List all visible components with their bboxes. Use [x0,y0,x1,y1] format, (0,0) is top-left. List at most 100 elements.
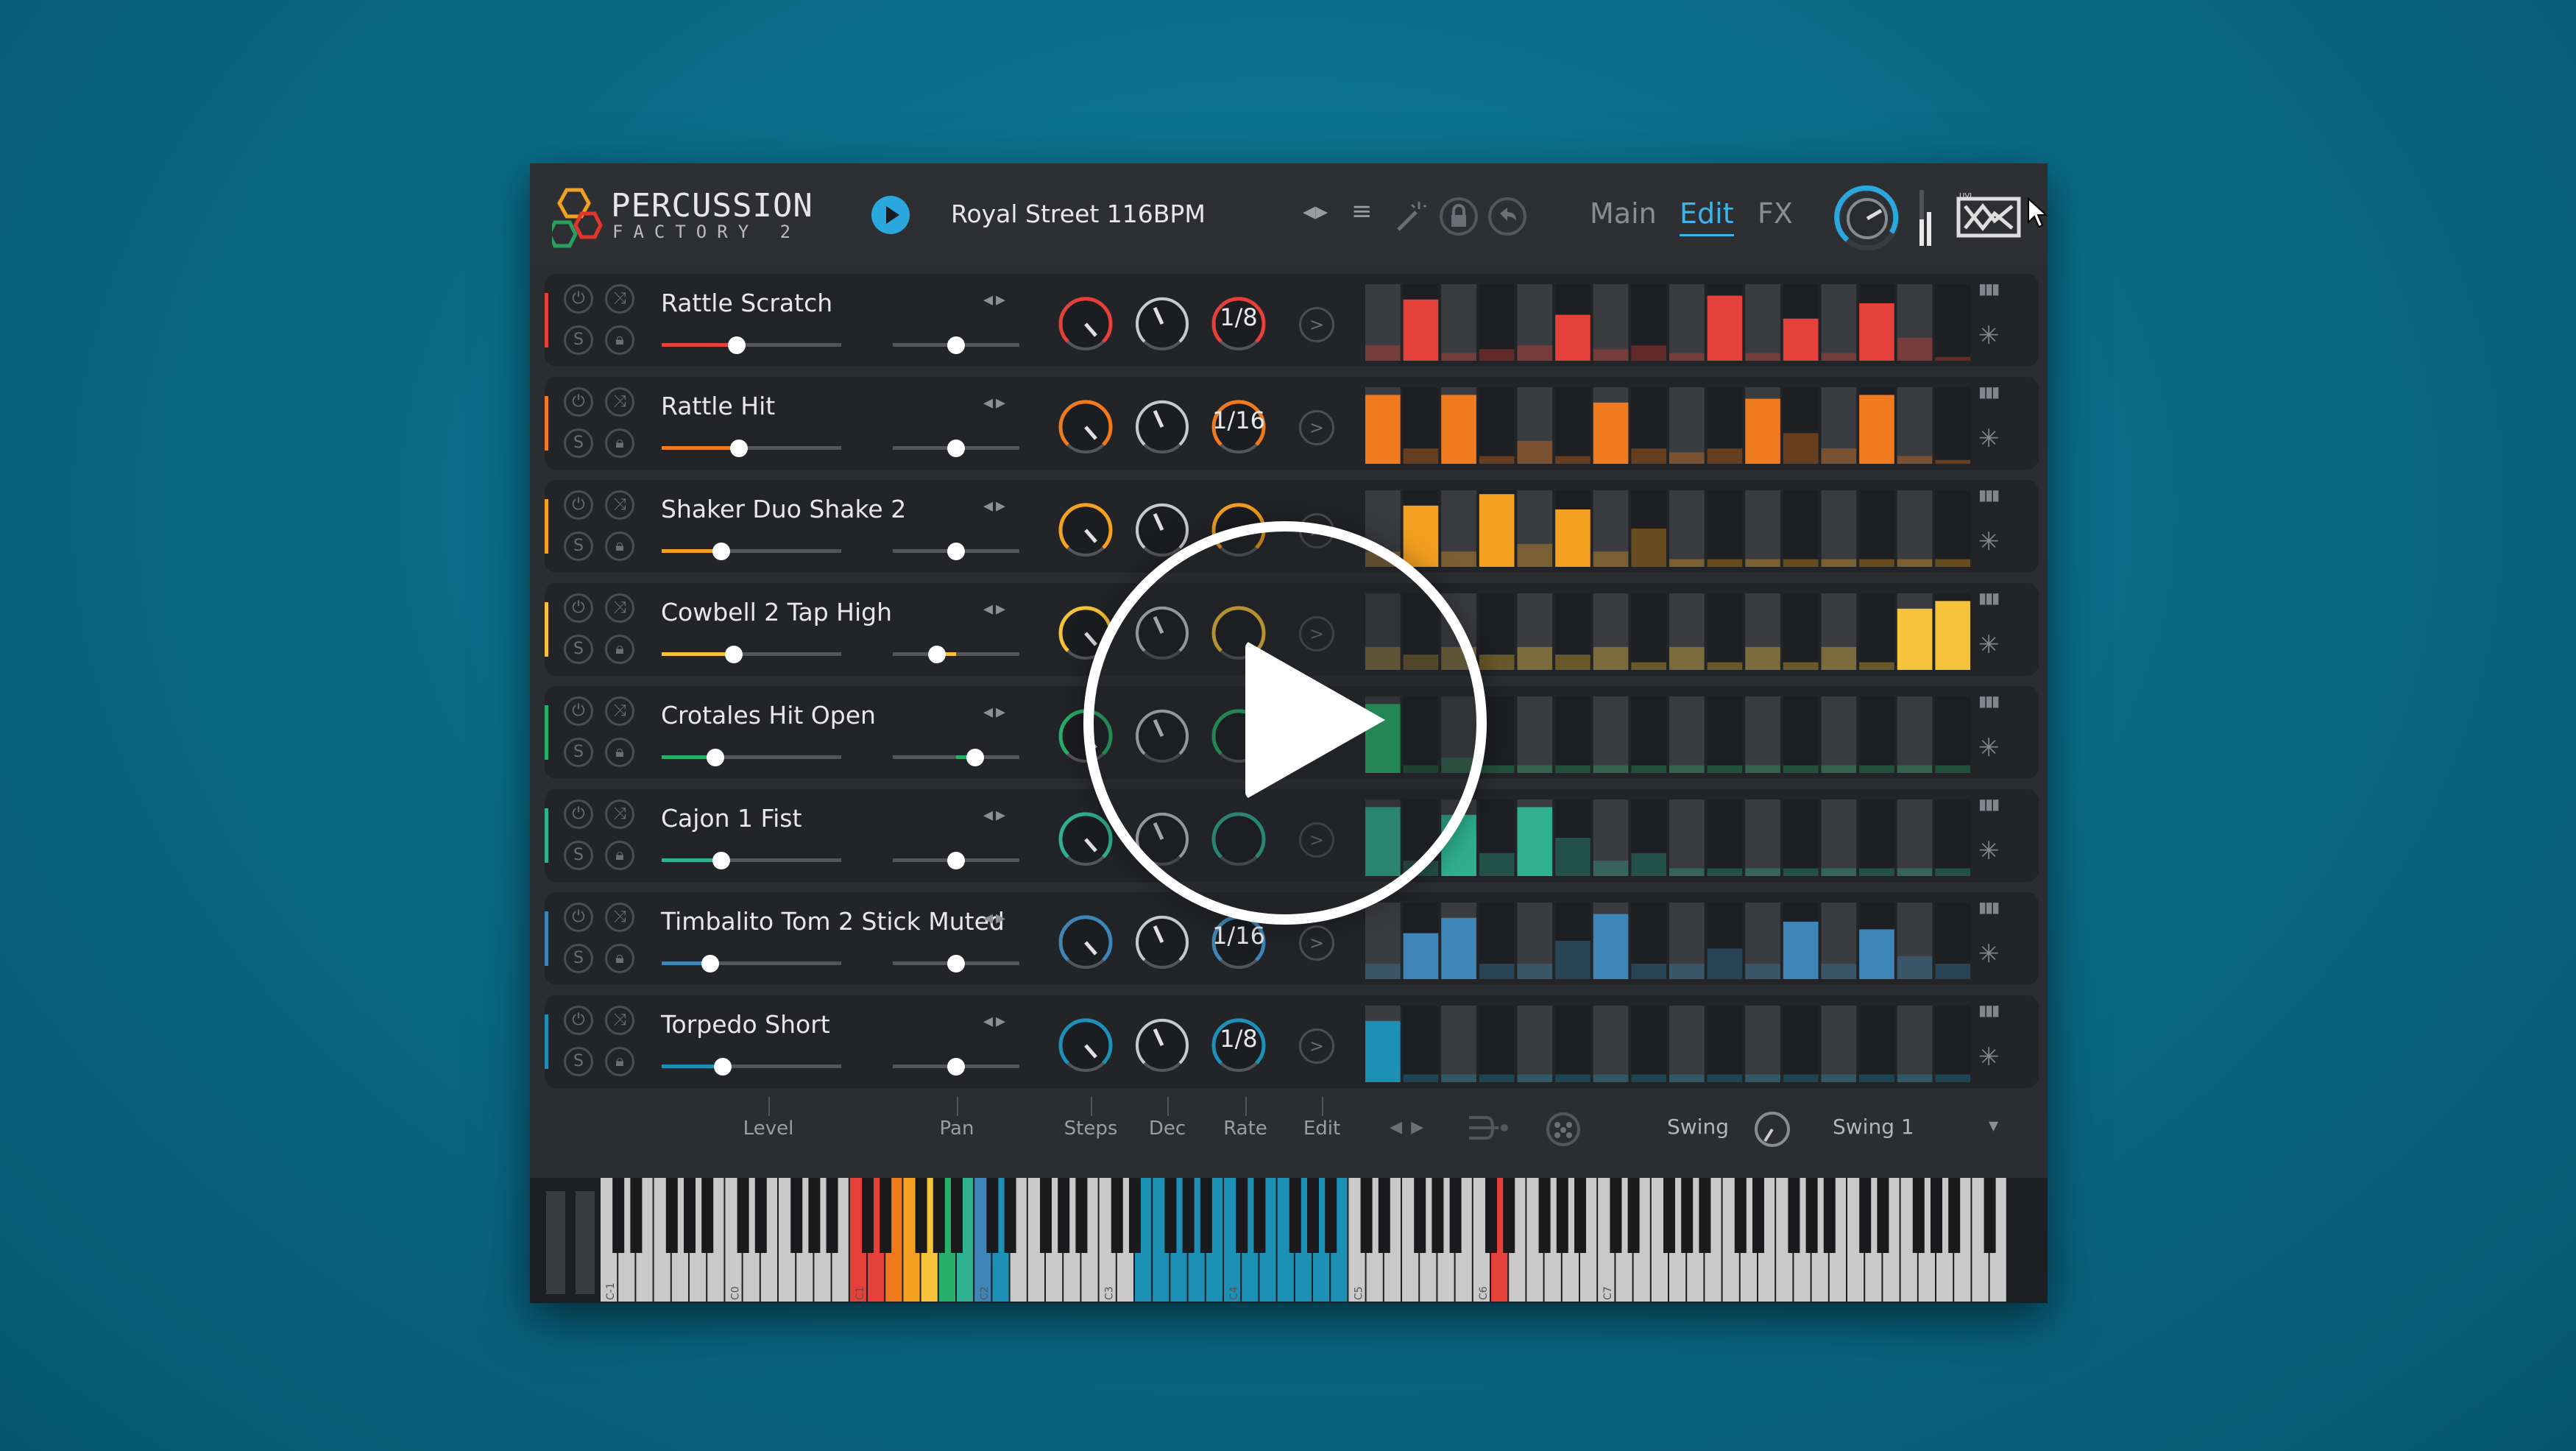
step-bar[interactable] [1631,529,1666,567]
step-bar[interactable] [1593,914,1629,979]
step-bar[interactable] [1517,345,1553,361]
bars-icon[interactable]: ▮▮▮ [1978,692,2000,710]
black-key[interactable] [1610,1178,1622,1253]
black-key[interactable] [951,1178,963,1253]
lock-icon[interactable]: 🔒︎ [605,944,634,973]
magic-wand-icon[interactable]: ✳ [1978,527,2000,557]
sample-prev-next-icon[interactable]: ◂▸ [983,804,1008,826]
step-bar[interactable] [1517,543,1553,567]
step-bar[interactable] [1745,353,1780,361]
tab-fx[interactable]: FX [1758,193,1793,234]
black-key[interactable] [862,1178,874,1253]
step-cell[interactable] [1745,696,1780,773]
black-key[interactable] [701,1178,714,1253]
step-bar[interactable] [1821,765,1857,773]
step-bar[interactable] [1669,452,1705,464]
black-key[interactable] [1289,1178,1301,1253]
step-bar[interactable] [1479,494,1515,567]
step-bar[interactable] [1517,440,1553,464]
step-bar[interactable] [1707,868,1743,876]
step-cell[interactable] [1897,799,1933,876]
bars-icon[interactable]: ▮▮▮ [1978,280,2000,297]
step-bar[interactable] [1669,646,1705,670]
pan-slider[interactable] [893,336,1019,354]
step-cell[interactable] [1555,1006,1590,1082]
step-cell[interactable] [1479,387,1515,464]
track-name[interactable]: Rattle Scratch [661,289,832,317]
step-cell[interactable] [1897,490,1933,567]
step-cell[interactable] [1669,1006,1705,1082]
black-key[interactable] [1485,1178,1497,1253]
black-key[interactable] [1805,1178,1818,1253]
step-cell[interactable] [1631,593,1666,670]
step-bar[interactable] [1365,395,1401,464]
magic-wand-icon[interactable]: ✳ [1978,939,2000,969]
black-key[interactable] [612,1178,625,1253]
step-bar[interactable] [1821,448,1857,464]
bars-icon[interactable]: ▮▮▮ [1978,898,2000,916]
step-bar[interactable] [1365,964,1401,979]
sample-prev-next-icon[interactable]: ◂▸ [983,289,1008,311]
track-name[interactable]: Crotales Hit Open [661,701,876,730]
step-bar[interactable] [1593,551,1629,567]
step-cell[interactable] [1669,696,1705,773]
step-sequencer[interactable] [1364,1006,1972,1082]
step-cell[interactable] [1935,490,1970,567]
chevron-right-icon[interactable]: > [1299,925,1334,961]
black-key[interactable] [1574,1178,1586,1253]
step-bar[interactable] [1935,1074,1970,1082]
power-icon[interactable]: ⏻ [564,799,593,829]
level-slider-thumb[interactable] [713,1058,732,1076]
track-name[interactable]: Cowbell 2 Tap High [661,598,892,626]
bars-icon[interactable]: ▮▮▮ [1978,1001,2000,1019]
black-key[interactable] [915,1178,927,1253]
magic-wand-icon[interactable] [1393,199,1428,234]
black-key[interactable] [1414,1178,1426,1253]
step-bar[interactable] [1821,353,1857,361]
step-bar[interactable] [1403,1074,1439,1082]
step-bar[interactable] [1935,964,1970,979]
power-icon[interactable]: ⏻ [564,593,593,623]
step-bar[interactable] [1555,765,1590,773]
sample-prev-next-icon[interactable]: ◂▸ [983,495,1008,517]
shuffle-icon[interactable]: ⤨ [605,593,634,623]
prev-next-icon[interactable]: ◂▸ [1303,193,1328,230]
step-bar[interactable] [1669,868,1705,876]
step-bar[interactable] [1859,662,1894,670]
tab-main[interactable]: Main [1590,193,1657,234]
step-bar[interactable] [1897,337,1933,361]
step-cell[interactable] [1441,284,1476,361]
step-bar[interactable] [1783,433,1819,464]
step-bar[interactable] [1745,559,1780,567]
step-bar[interactable] [1935,868,1970,876]
step-bar[interactable] [1707,559,1743,567]
step-bar[interactable] [1517,964,1553,979]
step-cell[interactable] [1821,1006,1857,1082]
step-bar[interactable] [1859,559,1894,567]
black-key[interactable] [1556,1178,1568,1253]
decay-knob[interactable] [1128,908,1196,976]
step-bar[interactable] [1593,861,1629,876]
level-slider-thumb[interactable] [707,749,725,766]
steps-knob[interactable] [1052,393,1119,461]
step-cell[interactable] [1517,696,1553,773]
step-bar[interactable] [1821,868,1857,876]
step-bar[interactable] [1707,948,1743,979]
step-cell[interactable] [1897,387,1933,464]
step-bar[interactable] [1631,448,1666,464]
pan-slider-thumb[interactable] [947,543,965,560]
step-cell[interactable] [1783,490,1819,567]
track-name[interactable]: Torpedo Short [661,1010,830,1039]
mod-wheel[interactable] [576,1191,595,1294]
black-key[interactable] [1948,1178,1961,1253]
step-cell[interactable] [1555,387,1590,464]
black-key[interactable] [1432,1178,1444,1253]
shuffle-icon[interactable]: ⤨ [605,799,634,829]
track-name[interactable]: Timbalito Tom 2 Stick Muted [661,907,1005,936]
tab-edit[interactable]: Edit [1680,193,1734,236]
step-bar[interactable] [1479,1074,1515,1082]
step-bar[interactable] [1517,1074,1553,1082]
step-bar[interactable] [1935,601,1970,670]
step-cell[interactable] [1745,799,1780,876]
lock-icon[interactable]: 🔒︎ [605,428,634,458]
